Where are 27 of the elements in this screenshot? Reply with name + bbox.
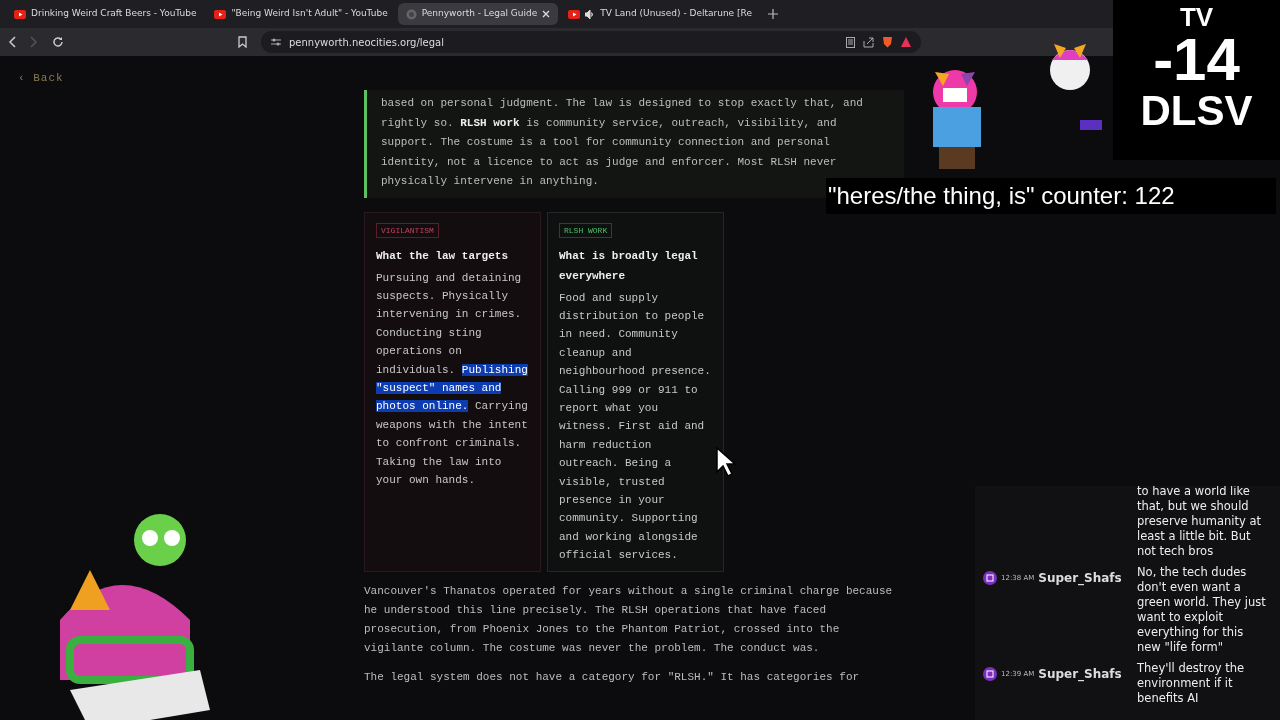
category-tag: VIGILANTISM (376, 222, 439, 238)
paragraph: Vancouver's Thanatos operated for years without a single criminal charge because he understood this line precisely. The RLSH operations that have faced prosecution, from Phoenix Jones to the Phantom Patriot, crossed into the vigilante column. The costume was never the problem. The conduct was. (364, 583, 894, 656)
category-tag: RLSH WORK (559, 222, 613, 238)
chat-message: to have a world like that, but we should preserve humanity at least a little bit. But not tech bros (1137, 486, 1263, 559)
browser-tab[interactable]: Pennyworth - Legal Guide (397, 3, 559, 25)
back-link[interactable]: ‹ Back (18, 70, 64, 87)
address-bar[interactable]: pennyworth.neocities.org/legal (261, 31, 921, 53)
rating-age: -14 (1152, 30, 1241, 90)
chat-username: Super_Shafs (1038, 666, 1122, 683)
card-title: What the law targets (376, 248, 510, 264)
card-title: What is broadly legal everywhere (559, 248, 699, 284)
chat-message: They'll destroy the environment if it benefits AI (1137, 661, 1246, 706)
chat-username: Super_Shafs (1038, 570, 1122, 587)
rating-descriptors: DLSV (1139, 90, 1254, 132)
tab-title: Pennyworth - Legal Guide (421, 7, 538, 21)
chat-message: No, the tech dudes don't even want a green world. They just want to exploit everything for this new "life form" (1137, 565, 1267, 655)
browser-tab[interactable]: "Being Weird Isn't Adult" - YouTube (206, 3, 396, 25)
tab-title: "Being Weird Isn't Adult" - YouTube (231, 7, 388, 21)
tab-title: TV Land (Unused) - Deltarune [Re (600, 7, 752, 21)
card-text: Pursuing and detaining suspects. Physically intervening in crimes. Conducting sting operations on individuals. Publishing "suspect" names and photos online. Carrying weapons with the intent to confront criminals. Taking the law into your own hands. (376, 270, 529, 488)
card-text: Food and supply distribution to people in need. Community cleanup and neighbourhood presence. Calling 999 or 911 to report what you witness. First aid and harm reduction outreach. Being a visible, trusted presence in your community. Supporting and working alongside official services. (559, 290, 712, 564)
browser-tab[interactable]: Drinking Weird Craft Beers - YouTube (6, 3, 205, 25)
counter-caption: "heres/the thing, is" counter: 122 (826, 178, 1276, 214)
rating-text: TV (1178, 4, 1215, 30)
tab-title: Drinking Weird Craft Beers - YouTube (31, 7, 197, 21)
browser-tab[interactable]: TV Land (Unused) - Deltarune [Re (560, 3, 760, 25)
paragraph: The legal system does not have a category for "RLSH." It has categories for (364, 669, 861, 685)
